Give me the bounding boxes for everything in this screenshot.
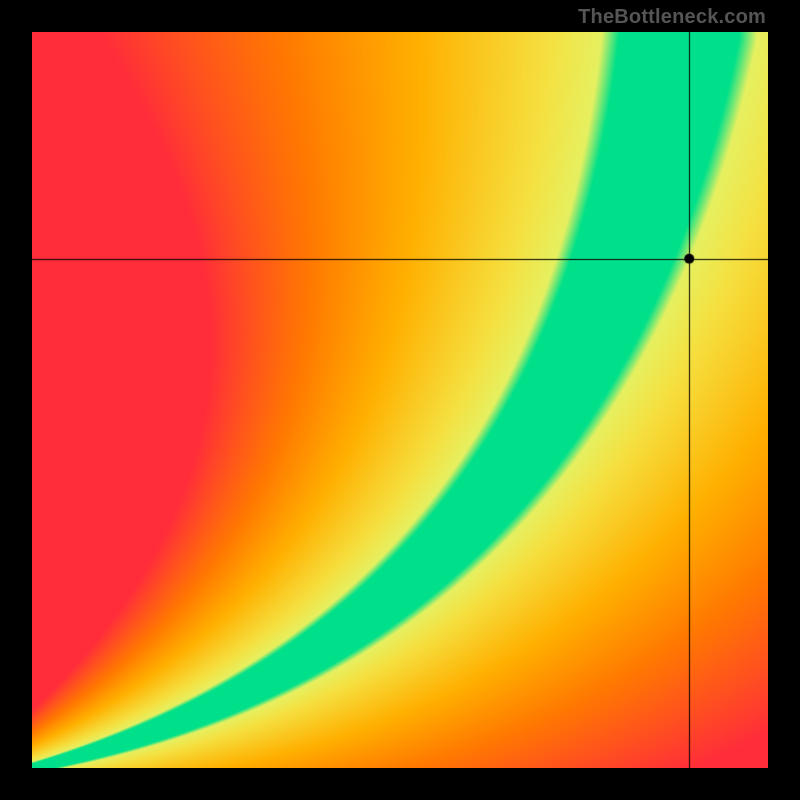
watermark-text: TheBottleneck.com (578, 6, 766, 29)
bottleneck-heatmap (32, 32, 768, 768)
